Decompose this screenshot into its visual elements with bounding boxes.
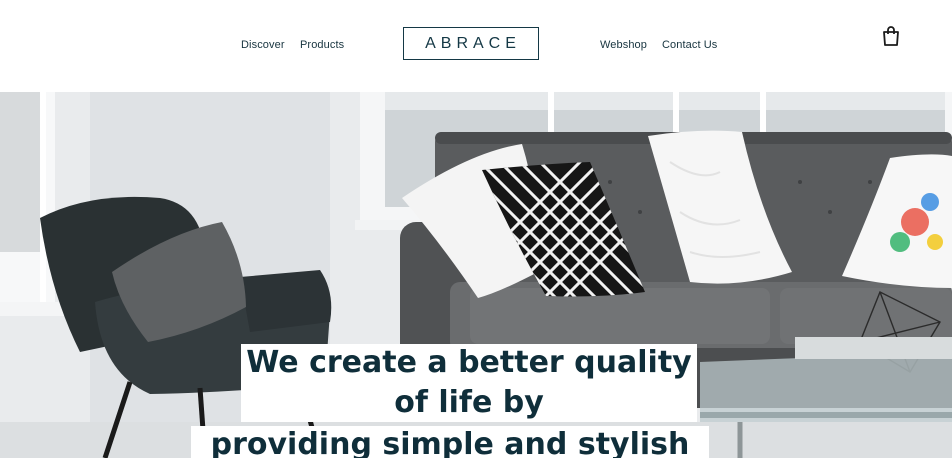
nav-products[interactable]: Products: [300, 39, 344, 51]
hero-headline-line-2: of life by: [241, 384, 697, 422]
hero-headline-line-1: We create a better quality: [241, 344, 697, 384]
shopping-bag-icon[interactable]: [880, 25, 902, 47]
nav-contact-us[interactable]: Contact Us: [662, 39, 717, 51]
hero-headline-line-3: providing simple and stylish: [191, 426, 709, 458]
nav-discover[interactable]: Discover: [241, 39, 285, 51]
site-header: Discover Products ABRACE Webshop Contact…: [0, 0, 952, 92]
nav-webshop[interactable]: Webshop: [600, 39, 647, 51]
brand-logo[interactable]: ABRACE: [403, 27, 539, 60]
